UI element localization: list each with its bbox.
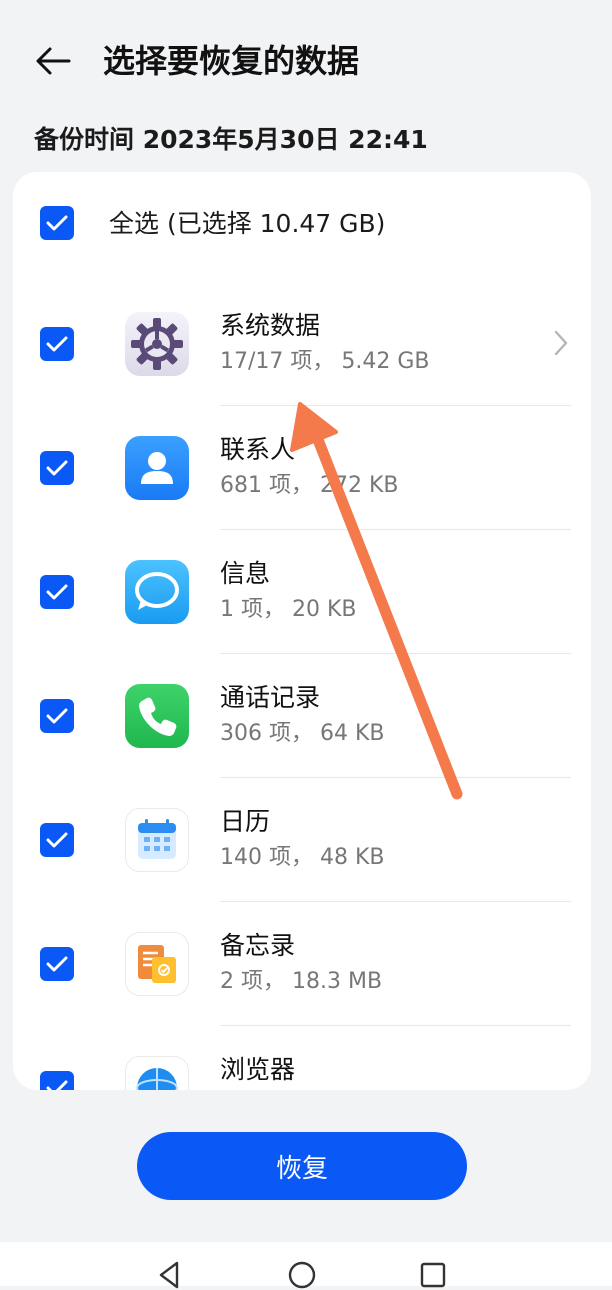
- checkmark-icon: [46, 460, 68, 476]
- select-all-label: 全选 (已选择 10.47 GB): [109, 209, 386, 238]
- page-title: 选择要恢复的数据: [103, 42, 360, 80]
- item-meta: 140 项， 48 KB: [220, 845, 385, 870]
- checkmark-icon: [46, 832, 68, 848]
- browser-icon: [125, 1056, 189, 1090]
- chevron-right-icon[interactable]: [551, 327, 571, 359]
- checkmark-icon: [46, 956, 68, 972]
- checkmark-icon: [46, 336, 68, 352]
- item-meta: 1 项， 20 KB: [220, 597, 357, 622]
- item-name: 浏览器: [220, 1055, 296, 1084]
- item-meta: 681 项， 272 KB: [220, 473, 399, 498]
- notes-icon: [125, 932, 189, 996]
- system-navigation-bar: [0, 1242, 612, 1289]
- list-item-browser[interactable]: 浏览器: [13, 1026, 591, 1090]
- back-arrow-icon: [36, 47, 71, 75]
- list-item-contacts[interactable]: 联系人 681 项， 272 KB: [13, 406, 591, 530]
- header: 选择要恢复的数据: [0, 0, 612, 120]
- select-all-checkbox[interactable]: [40, 206, 74, 240]
- item-checkbox[interactable]: [40, 1071, 74, 1090]
- back-button[interactable]: [28, 38, 78, 84]
- checkmark-icon: [46, 1080, 68, 1090]
- item-checkbox[interactable]: [40, 699, 74, 733]
- calendar-icon: [125, 808, 189, 872]
- item-meta: 2 项， 18.3 MB: [220, 969, 383, 994]
- phone-icon: [125, 684, 189, 748]
- item-checkbox[interactable]: [40, 947, 74, 981]
- item-name: 系统数据: [220, 311, 321, 340]
- restore-button[interactable]: 恢复: [137, 1132, 467, 1200]
- contacts-icon: [125, 436, 189, 500]
- data-selection-card: 全选 (已选择 10.47 GB) 系统数据 17/17 项， 5.42 GB …: [13, 172, 591, 1090]
- message-icon: [125, 560, 189, 624]
- list-item-messages[interactable]: 信息 1 项， 20 KB: [13, 530, 591, 654]
- item-checkbox[interactable]: [40, 451, 74, 485]
- item-name: 备忘录: [220, 931, 296, 960]
- checkmark-icon: [46, 584, 68, 600]
- backup-time-label: 备份时间 2023年5月30日 22:41: [34, 125, 428, 154]
- gear-icon: [125, 312, 189, 376]
- list-item-notes[interactable]: 备忘录 2 项， 18.3 MB: [13, 902, 591, 1026]
- item-name: 日历: [220, 807, 271, 836]
- item-checkbox[interactable]: [40, 575, 74, 609]
- checkmark-icon: [46, 215, 68, 231]
- item-name: 联系人: [220, 435, 296, 464]
- list-item-system-data[interactable]: 系统数据 17/17 项， 5.42 GB: [13, 282, 591, 406]
- item-name: 通话记录: [220, 683, 321, 712]
- item-name: 信息: [220, 559, 271, 588]
- item-checkbox[interactable]: [40, 327, 74, 361]
- checkmark-icon: [46, 708, 68, 724]
- list-item-calendar[interactable]: 日历 140 项， 48 KB: [13, 778, 591, 902]
- select-all-row[interactable]: 全选 (已选择 10.47 GB): [13, 172, 591, 276]
- item-checkbox[interactable]: [40, 823, 74, 857]
- item-meta: 17/17 项， 5.42 GB: [220, 349, 430, 374]
- list-item-call-log[interactable]: 通话记录 306 项， 64 KB: [13, 654, 591, 778]
- item-meta: 306 项， 64 KB: [220, 721, 385, 746]
- data-category-list: 系统数据 17/17 项， 5.42 GB 联系人 681 项， 272 KB: [13, 282, 591, 1090]
